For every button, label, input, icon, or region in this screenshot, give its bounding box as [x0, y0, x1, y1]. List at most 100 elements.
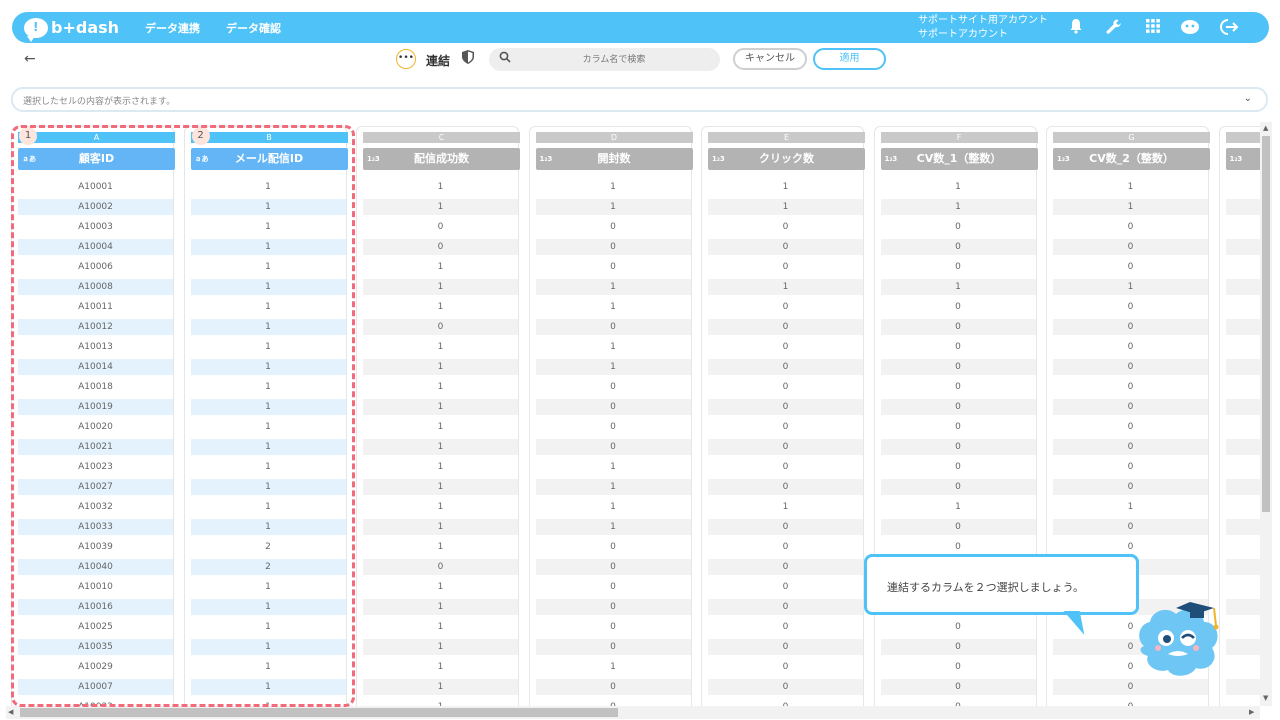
table-cell[interactable]: 0: [708, 439, 863, 455]
table-cell[interactable]: [1226, 379, 1261, 395]
app-logo[interactable]: ! b+dash: [24, 17, 119, 42]
table-cell[interactable]: 1: [363, 259, 518, 275]
table-cell[interactable]: 1: [191, 699, 346, 706]
column-search[interactable]: [489, 48, 720, 71]
table-cell[interactable]: A10018: [18, 379, 173, 395]
table-cell[interactable]: 1: [191, 179, 346, 195]
table-cell[interactable]: [1226, 339, 1261, 355]
table-cell[interactable]: 0: [708, 539, 863, 555]
table-cell[interactable]: [1226, 539, 1261, 555]
table-cell[interactable]: 1: [363, 399, 518, 415]
table-cell[interactable]: [1226, 179, 1261, 195]
table-cell[interactable]: 1: [191, 619, 346, 635]
table-cell[interactable]: [1225, 319, 1260, 335]
table-cell[interactable]: 0: [363, 239, 518, 255]
scroll-left-arrow-icon[interactable]: ◀: [8, 708, 13, 716]
column-letter[interactable]: F: [880, 132, 1038, 143]
table-cell[interactable]: 0: [535, 319, 691, 335]
table-cell[interactable]: 1: [191, 459, 346, 475]
table-cell[interactable]: 1: [190, 319, 346, 335]
horizontal-scroll-thumb[interactable]: [20, 708, 618, 717]
table-cell[interactable]: 0: [708, 459, 863, 475]
table-cell[interactable]: [1226, 459, 1261, 475]
table-cell[interactable]: 0: [880, 359, 1036, 375]
table-cell[interactable]: A10001: [18, 179, 173, 195]
table-cell[interactable]: 0: [708, 679, 863, 695]
table-cell[interactable]: 0: [708, 419, 863, 435]
table-cell[interactable]: 1: [191, 259, 346, 275]
table-cell[interactable]: 0: [880, 439, 1036, 455]
table-cell[interactable]: 0: [708, 599, 863, 615]
table-cell[interactable]: 0: [363, 559, 518, 575]
table-cell[interactable]: 1: [191, 659, 346, 675]
table-cell[interactable]: 0: [1053, 379, 1208, 395]
table-cell[interactable]: 0: [881, 219, 1036, 235]
table-cell[interactable]: 0: [535, 439, 691, 455]
table-cell[interactable]: 1: [363, 619, 518, 635]
table-cell[interactable]: 1: [190, 479, 346, 495]
table-cell[interactable]: [1225, 599, 1260, 615]
table-cell[interactable]: 0: [881, 619, 1036, 635]
table-cell[interactable]: A10011: [18, 299, 173, 315]
table-cell[interactable]: 0: [881, 259, 1036, 275]
table-cell[interactable]: 0: [536, 219, 691, 235]
table-cell[interactable]: 0: [708, 399, 863, 415]
table-cell[interactable]: [1225, 399, 1260, 415]
table-cell[interactable]: 0: [535, 239, 691, 255]
table-cell[interactable]: 1: [708, 279, 863, 295]
table-cell[interactable]: 1: [536, 499, 691, 515]
table-cell[interactable]: 1: [190, 399, 346, 415]
table-cell[interactable]: A10040: [18, 559, 173, 575]
table-cell[interactable]: 1: [535, 199, 691, 215]
table-cell[interactable]: 1: [191, 219, 346, 235]
table-cell[interactable]: 1: [535, 479, 691, 495]
table-cell[interactable]: 0: [708, 359, 863, 375]
table-cell[interactable]: 0: [1053, 339, 1208, 355]
column-letter[interactable]: [1225, 132, 1260, 143]
table-cell[interactable]: 0: [1053, 699, 1208, 706]
column-header[interactable]: ａあ 顧客ID: [18, 148, 175, 170]
table-cell[interactable]: A10013: [18, 339, 173, 355]
table-cell[interactable]: 1: [708, 499, 863, 515]
column-letter[interactable]: A: [18, 132, 175, 143]
table-cell[interactable]: 1: [536, 659, 691, 675]
table-cell[interactable]: 0: [1053, 239, 1208, 255]
table-cell[interactable]: 1: [363, 179, 518, 195]
table-cell[interactable]: 0: [880, 319, 1036, 335]
apps-grid-icon[interactable]: [1143, 18, 1163, 38]
column-f[interactable]: F 1₂3 CV数_1（整数） 1 1 0 0 0 1 0 0 0 0 0 0 0 0 0 0 1 0 0 0 0 0 0 0: [873, 126, 1038, 706]
cancel-button[interactable]: キャンセル: [733, 48, 807, 70]
table-cell[interactable]: 0: [880, 399, 1036, 415]
column-letter[interactable]: B: [190, 132, 348, 143]
table-cell[interactable]: A10023: [18, 459, 173, 475]
table-cell[interactable]: 1: [190, 639, 346, 655]
table-cell[interactable]: [1225, 519, 1260, 535]
table-cell[interactable]: 1: [190, 519, 346, 535]
search-input[interactable]: [519, 51, 709, 68]
table-cell[interactable]: 0: [880, 479, 1036, 495]
table-cell[interactable]: 1: [880, 199, 1036, 215]
scroll-up-arrow-icon[interactable]: ▲: [1263, 124, 1268, 132]
table-cell[interactable]: 1: [535, 519, 691, 535]
table-cell[interactable]: 0: [708, 259, 863, 275]
table-cell[interactable]: 1: [363, 359, 518, 375]
table-cell[interactable]: A10022: [18, 699, 173, 706]
table-cell[interactable]: A10008: [18, 279, 173, 295]
table-cell[interactable]: A10039: [18, 539, 173, 555]
table-cell[interactable]: [1226, 219, 1261, 235]
table-cell[interactable]: A10006: [18, 259, 173, 275]
cell-content-bar[interactable]: 選択したセルの内容が表示されます。 ⌄: [11, 87, 1268, 112]
column-header[interactable]: 1₂3 開封数: [535, 148, 693, 170]
table-cell[interactable]: A10010: [18, 579, 173, 595]
column-b[interactable]: Bａあ メール配信ID 2 1 1 1 1 1 1 1 1 1 1 1 1 1 1 1 1 1 1 2 2 1 1 1 1 1 1 1: [183, 126, 348, 706]
table-cell[interactable]: 1: [536, 459, 691, 475]
vertical-scroll-thumb[interactable]: [1262, 136, 1270, 512]
table-cell[interactable]: 0: [881, 659, 1036, 675]
table-cell[interactable]: 0: [881, 419, 1036, 435]
column-d[interactable]: D 1₂3 開封数 1 1 0 0 0 1 1 0 1 1 0 0 0 0 1 1 1 1 0 0 0 0 0 0 1 0 0: [528, 126, 693, 706]
table-cell[interactable]: 0: [1053, 419, 1208, 435]
table-cell[interactable]: 0: [708, 659, 863, 675]
table-cell[interactable]: 0: [708, 319, 863, 335]
table-cell[interactable]: 1: [535, 279, 691, 295]
table-cell[interactable]: 0: [535, 599, 691, 615]
